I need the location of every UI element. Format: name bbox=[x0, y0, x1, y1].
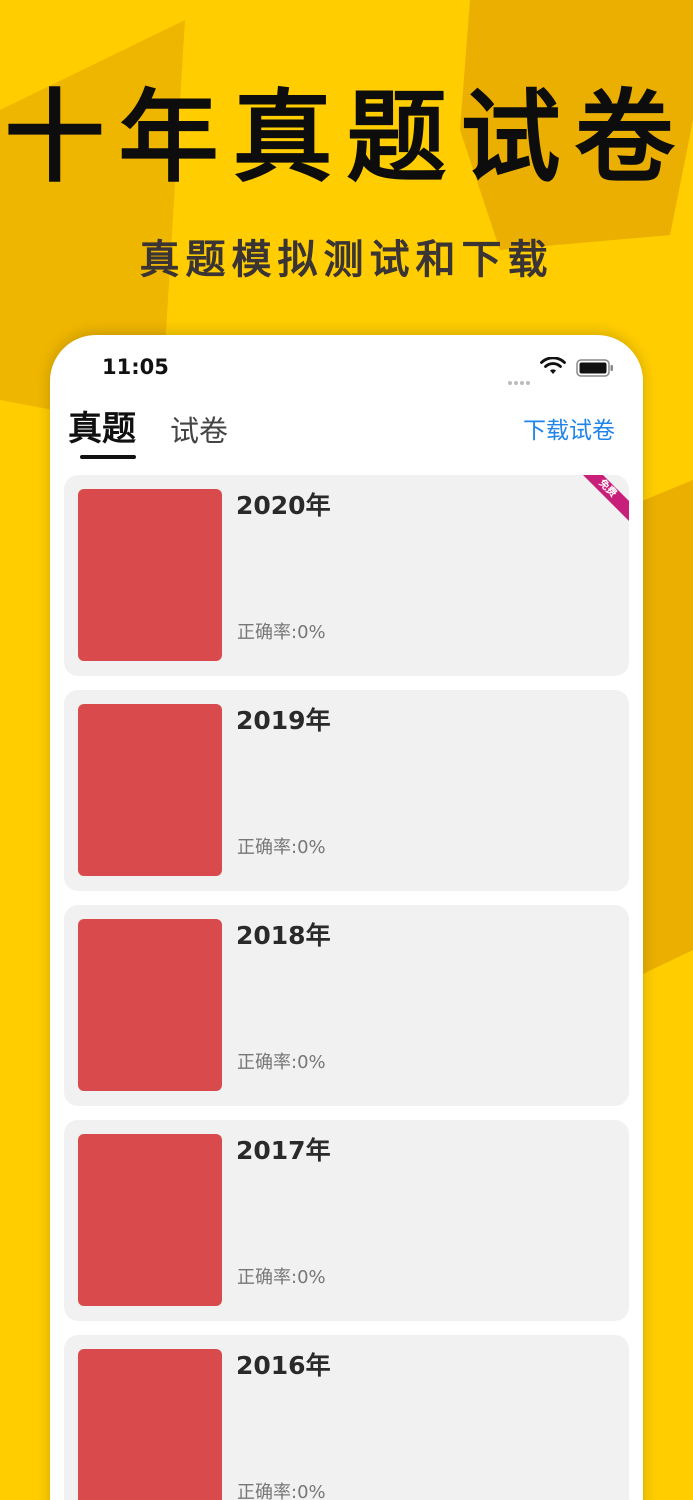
nav-bar: 真题 试卷 下载试卷 bbox=[50, 395, 643, 465]
paper-card[interactable]: 2018年 正确率:0% bbox=[64, 905, 629, 1106]
paper-accuracy: 正确率:0% bbox=[237, 622, 326, 643]
download-papers-link[interactable]: 下载试卷 bbox=[523, 415, 615, 447]
paper-title: 2016年 bbox=[236, 1351, 331, 1380]
signal-icon bbox=[508, 370, 534, 385]
wifi-icon bbox=[540, 357, 566, 374]
paper-accuracy: 正确率:0% bbox=[237, 1052, 326, 1073]
tab-exam-papers[interactable]: 试卷 bbox=[170, 411, 228, 451]
paper-cover bbox=[78, 1349, 222, 1500]
status-time: 11:05 bbox=[102, 355, 169, 379]
promo-subheadline: 真题模拟测试和下载 bbox=[139, 237, 554, 283]
paper-cover bbox=[78, 489, 222, 661]
phone-screen: 11:05 真题 试卷 下载试卷 2020年 正确率:0% 免费 2019年 正… bbox=[50, 335, 643, 1500]
paper-cover bbox=[78, 919, 222, 1091]
paper-card[interactable]: 2016年 正确率:0% bbox=[64, 1335, 629, 1500]
free-badge-label: 免费 bbox=[596, 477, 619, 500]
paper-accuracy: 正确率:0% bbox=[237, 1267, 326, 1288]
paper-cover bbox=[78, 704, 222, 876]
battery-icon bbox=[576, 359, 613, 377]
paper-card[interactable]: 2017年 正确率:0% bbox=[64, 1120, 629, 1321]
paper-title: 2018年 bbox=[236, 921, 331, 950]
paper-accuracy: 正确率:0% bbox=[237, 837, 326, 858]
status-bar: 11:05 bbox=[50, 335, 643, 395]
paper-cover bbox=[78, 1134, 222, 1306]
tab-active-indicator bbox=[80, 455, 136, 459]
paper-title: 2019年 bbox=[236, 706, 331, 735]
tab-exam-questions[interactable]: 真题 bbox=[68, 407, 136, 451]
paper-title: 2020年 bbox=[236, 491, 331, 520]
paper-card[interactable]: 2019年 正确率:0% bbox=[64, 690, 629, 891]
paper-accuracy: 正确率:0% bbox=[237, 1482, 326, 1500]
promo-headline: 十年真题试卷 bbox=[4, 79, 689, 196]
paper-title: 2017年 bbox=[236, 1136, 331, 1165]
paper-card[interactable]: 2020年 正确率:0% 免费 bbox=[64, 475, 629, 676]
